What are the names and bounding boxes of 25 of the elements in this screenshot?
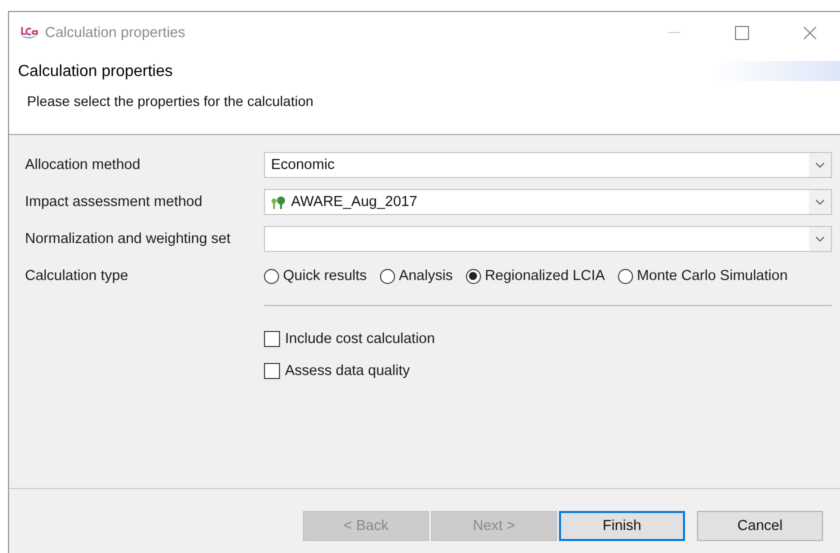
app-logo-icon — [19, 24, 39, 40]
dropdown-field[interactable]: AWARE_Aug_2017 — [264, 189, 832, 215]
dialog-button[interactable]: Cancel — [697, 511, 823, 541]
field-label: Impact assessment method — [25, 194, 204, 210]
field-label: Normalization and weighting set — [25, 231, 232, 247]
chevron-down-icon — [815, 162, 825, 168]
tree-icon — [271, 195, 286, 209]
dropdown-field[interactable]: Economic — [264, 152, 832, 178]
page-description: Please select the properties for the calculation — [27, 93, 314, 109]
chevron-down-icon — [815, 236, 825, 242]
chevron-down-icon — [815, 199, 825, 205]
checkbox-option[interactable]: Include cost calculation — [264, 329, 840, 349]
field-label: Calculation type — [25, 268, 130, 284]
checkbox-option[interactable]: Assess data quality — [264, 361, 840, 381]
page-title: Calculation properties — [18, 63, 173, 81]
window-title: Calculation properties — [45, 24, 186, 40]
radio-option[interactable]: Monte Carlo Simulation — [618, 268, 788, 284]
radio-option[interactable]: Regionalized LCIA — [466, 268, 605, 284]
radio-option[interactable]: Analysis — [380, 268, 453, 284]
close-icon[interactable] — [803, 26, 817, 40]
dialog-button[interactable]: Finish — [559, 511, 685, 541]
dropdown-field[interactable] — [264, 226, 832, 252]
field-label: Allocation method — [25, 157, 142, 173]
maximize-icon[interactable] — [735, 26, 749, 40]
radio-option[interactable]: Quick results — [264, 268, 367, 284]
